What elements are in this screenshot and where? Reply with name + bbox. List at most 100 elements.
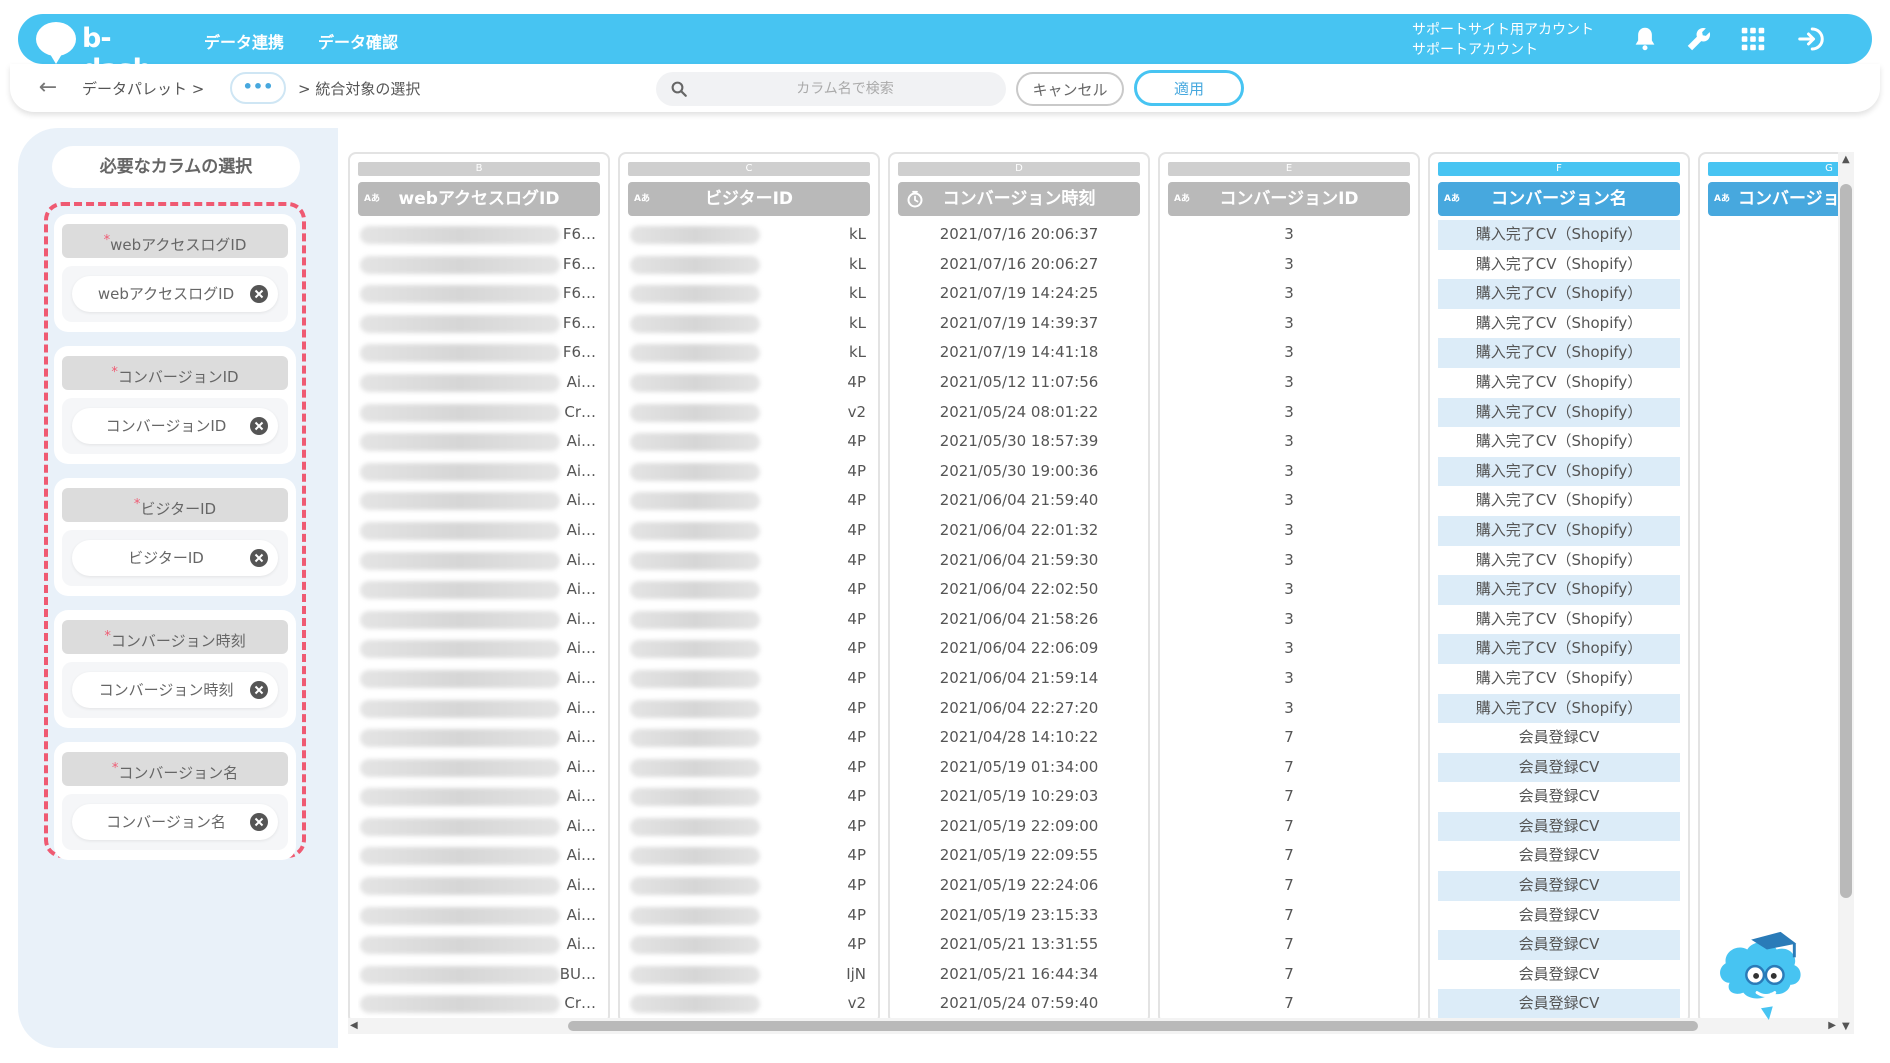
cell-value-tail: 4P [847,432,866,451]
table-cell: 3 [1284,372,1294,391]
apps-grid-icon[interactable] [1738,24,1768,54]
breadcrumb-ellipsis-button[interactable]: ••• [230,72,286,104]
cell-value-tail: 4P [847,757,866,776]
column-g[interactable]: G Aあ コンバージョン pagepagepagepagepagepagepag… [1698,152,1846,1024]
table-cell: 3 [1284,580,1294,599]
drop-slot[interactable]: コンバージョンID [62,398,288,454]
column-chip[interactable]: コンバージョン名 [72,804,278,840]
mascot-icon[interactable] [1712,924,1810,1022]
column-chip[interactable]: ビジターID [72,540,278,576]
redacted-value [630,640,760,659]
cell-value-tail: Ai… [566,846,596,865]
vertical-scroll-thumb[interactable] [1840,184,1852,898]
table-cell: 購入完了CV（Shopify） [1438,456,1680,487]
column-header[interactable]: コンバージョン時刻 [898,182,1140,216]
table-cell: v2 [628,398,870,428]
nav-data-integration[interactable]: データ連携 [204,29,284,53]
breadcrumb-data-palette[interactable]: データパレット > [82,78,204,99]
column-letter: C [628,162,870,176]
table-cell: cli [1708,723,1846,753]
cancel-button[interactable]: キャンセル [1016,72,1124,106]
vertical-scrollbar[interactable]: ▲ ▼ [1838,152,1854,1034]
table-cell: 4P [628,368,870,398]
required-slot-card: *webアクセスログID webアクセスログID [54,214,296,332]
scroll-up-icon[interactable]: ▲ [1842,154,1850,165]
back-arrow-icon[interactable]: ← [34,74,62,102]
column-chip[interactable]: コンバージョン時刻 [72,672,278,708]
b-dash-logo[interactable]: b-dash [36,20,176,85]
table-cell: page [1708,664,1846,694]
logout-icon[interactable] [1796,24,1826,54]
bell-icon[interactable] [1630,24,1660,54]
table-cell: 4P [628,930,870,960]
scroll-right-icon[interactable]: ▶ [1828,1020,1836,1031]
column-f-selected[interactable]: F Aあ コンバージョン名 購入完了CV（Shopify） 購入完了CV（Shop… [1428,152,1690,1024]
redacted-value [630,344,760,363]
table-cell: 2021/07/19 14:24:25 [939,284,1099,303]
remove-chip-icon[interactable] [250,417,268,435]
cell-value-tail: 4P [847,520,866,539]
remove-chip-icon[interactable] [250,549,268,567]
redacted-value [630,936,760,955]
drop-slot[interactable]: コンバージョン時刻 [62,662,288,718]
apply-button[interactable]: 適用 [1134,70,1244,106]
cell-value-tail: v2 [847,402,866,421]
cell-value-tail: Ai… [566,668,596,687]
chip-label: webアクセスログID [97,285,235,303]
redacted-value [630,285,760,304]
table-cell: page [1708,575,1846,605]
table-cell: 3 [1284,254,1294,273]
column-d[interactable]: D コンバージョン時刻 2021/07/16 20:06:37 2021/07/1… [888,152,1150,1024]
table-cell: 3 [1284,343,1294,362]
required-slot-label-text: コンバージョンID [117,368,239,386]
horizontal-scroll-thumb[interactable] [568,1021,1698,1031]
table-cell: cli [1708,782,1846,812]
remove-chip-icon[interactable] [250,681,268,699]
drop-slot[interactable]: ビジターID [62,530,288,586]
cell-value-tail: Ai… [566,757,596,776]
column-header-label: コンバージョン時刻 [942,189,1096,209]
drop-slot[interactable]: webアクセスログID [62,266,288,322]
table-cell: IjN [628,960,870,990]
column-e[interactable]: E Aあ コンバージョンID 3 3 3 3 3 3 3 3 3 3 3 3 3 3 3 3 3 7 7 7 7 7 7 7 7… [1158,152,1420,1024]
account-info[interactable]: サポートサイト用アカウント サポートアカウント [1412,20,1594,60]
text-type-icon: Aあ [1444,194,1460,204]
table-cell: Cr… [358,989,600,1019]
wrench-icon[interactable] [1684,24,1714,54]
column-c[interactable]: C Aあ ビジターID kL kL kL kL kL 4P v2 4P 4P 4P 4P 4P 4P 4P… [618,152,880,1024]
redacted-value [630,729,760,748]
search-input[interactable] [700,72,990,106]
table-cell: Ai… [358,575,600,605]
table-cell: 2021/05/19 22:09:00 [939,816,1099,835]
required-slot-label-text: ビジターID [140,500,217,518]
remove-chip-icon[interactable] [250,285,268,303]
drop-slot[interactable]: コンバージョン名 [62,794,288,850]
column-header-label: コンバージョン [1738,189,1846,209]
column-header[interactable]: Aあ コンバージョン [1708,182,1846,216]
scroll-down-icon[interactable]: ▼ [1842,1021,1850,1032]
table-cell: 2021/06/04 22:01:32 [939,520,1099,539]
redacted-value [360,729,560,748]
redacted-value [630,847,760,866]
column-header[interactable]: Aあ webアクセスログID [358,182,600,216]
table-cell: page [1708,398,1846,428]
column-chip[interactable]: webアクセスログID [72,276,278,312]
scroll-left-icon[interactable]: ◀ [350,1020,358,1031]
table-cell: 3 [1284,491,1294,510]
remove-chip-icon[interactable] [250,813,268,831]
column-header[interactable]: Aあ コンバージョンID [1168,182,1410,216]
horizontal-scrollbar[interactable]: ◀ ▶ [348,1018,1838,1034]
column-letter: F [1438,162,1680,176]
column-header[interactable]: Aあ コンバージョン名 [1438,182,1680,216]
column-b[interactable]: B Aあ webアクセスログID F6… F6… F6… F6… F6… Ai… Cr… Ai… [348,152,610,1024]
redacted-value [630,551,760,570]
column-chip[interactable]: コンバージョンID [72,408,278,444]
column-header[interactable]: Aあ ビジターID [628,182,870,216]
table-cell: 2021/07/16 20:06:37 [939,225,1099,243]
column-letter: D [898,162,1140,176]
nav-data-check[interactable]: データ確認 [318,29,398,53]
table-cell: 購入完了CV（Shopify） [1438,634,1680,664]
table-cell: 7 [1284,728,1294,747]
redacted-value [630,817,760,836]
cell-value-tail: 4P [847,461,866,480]
